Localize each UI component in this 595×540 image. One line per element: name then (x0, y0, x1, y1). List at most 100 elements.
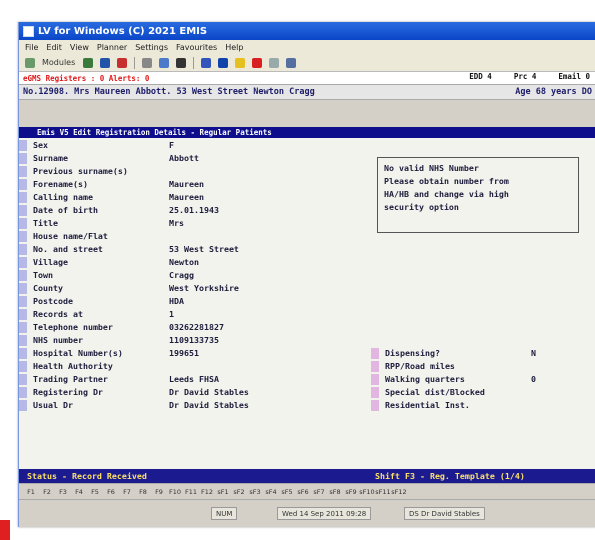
field-records-at[interactable]: Records at 1 (19, 308, 174, 321)
field-value[interactable]: Dr David Stables (169, 399, 249, 412)
fkey[interactable]: sF1 (215, 488, 231, 496)
field-surname[interactable]: Surname Abbott (19, 152, 199, 165)
modules-button[interactable]: Modules (42, 58, 75, 67)
field-nhs-number[interactable]: NHS number 1109133735 (19, 334, 219, 347)
field-street[interactable]: No. and street 53 West Street (19, 243, 239, 256)
field-key[interactable] (19, 244, 27, 255)
field-value[interactable]: Abbott (169, 152, 199, 165)
field-value[interactable]: 1 (169, 308, 174, 321)
fkey[interactable]: F12 (199, 488, 215, 496)
fkey[interactable]: F5 (87, 488, 103, 496)
field-title[interactable]: Title Mrs (19, 217, 184, 230)
menu-help[interactable]: Help (225, 43, 243, 52)
field-key[interactable] (19, 322, 27, 333)
field-postcode[interactable]: Postcode HDA (19, 295, 184, 308)
fkey[interactable]: F6 (103, 488, 119, 496)
field-rpp-road-miles[interactable]: RPP/Road miles (371, 360, 455, 373)
field-value[interactable]: Newton (169, 256, 199, 269)
field-key[interactable] (19, 179, 27, 190)
field-registering-dr[interactable]: Registering Dr Dr David Stables (19, 386, 249, 399)
field-key[interactable] (19, 335, 27, 346)
field-residential-inst[interactable]: Residential Inst. (371, 399, 470, 412)
field-key[interactable] (19, 296, 27, 307)
field-key[interactable] (19, 231, 27, 242)
field-trading-partner[interactable]: Trading Partner Leeds FHSA (19, 373, 219, 386)
prc-count[interactable]: Prc 4 (514, 72, 537, 81)
field-key[interactable] (19, 205, 27, 216)
fkey[interactable]: sF4 (263, 488, 279, 496)
field-village[interactable]: Village Newton (19, 256, 199, 269)
fkey[interactable]: F7 (119, 488, 135, 496)
fkey[interactable]: F4 (71, 488, 87, 496)
field-value[interactable]: N (531, 347, 536, 360)
fkey[interactable]: sF8 (327, 488, 343, 496)
field-walking-quarters[interactable]: Walking quarters 0 (371, 373, 536, 386)
alert-icon[interactable] (252, 57, 263, 68)
field-key[interactable] (371, 374, 379, 385)
field-key[interactable] (371, 348, 379, 359)
field-value[interactable]: Dr David Stables (169, 386, 249, 399)
alerts-text[interactable]: eGMS Registers : 0 Alerts: 0 (23, 74, 149, 83)
field-key[interactable] (19, 283, 27, 294)
field-sex[interactable]: Sex F (19, 139, 174, 152)
template-shortcut[interactable]: Shift F3 - Reg. Template (1/4) (375, 469, 525, 483)
menu-settings[interactable]: Settings (135, 43, 168, 52)
modules-icon[interactable] (25, 57, 35, 68)
field-value[interactable]: 199651 (169, 347, 199, 360)
copy-icon[interactable] (142, 57, 153, 68)
field-value[interactable]: Mrs (169, 217, 184, 230)
field-value[interactable]: 03262281827 (169, 321, 224, 334)
field-value[interactable]: HDA (169, 295, 184, 308)
field-key[interactable] (19, 361, 27, 372)
field-value[interactable]: 25.01.1943 (169, 204, 219, 217)
field-key[interactable] (371, 387, 379, 398)
field-key[interactable] (19, 166, 27, 177)
print-icon[interactable] (176, 57, 187, 68)
book-icon[interactable] (117, 57, 128, 68)
field-special-dist[interactable]: Special dist/Blocked (371, 386, 485, 399)
fkey[interactable]: F8 (135, 488, 151, 496)
fkey[interactable]: sF9 (343, 488, 359, 496)
flask-icon[interactable] (218, 57, 229, 68)
menu-favourites[interactable]: Favourites (176, 43, 217, 52)
field-key[interactable] (19, 270, 27, 281)
field-key[interactable] (19, 348, 27, 359)
tools-icon[interactable] (201, 57, 212, 68)
field-key[interactable] (19, 387, 27, 398)
field-key[interactable] (19, 309, 27, 320)
menu-file[interactable]: File (25, 43, 38, 52)
field-value[interactable]: West Yorkshire (169, 282, 239, 295)
field-dispensing[interactable]: Dispensing? N (371, 347, 536, 360)
field-key[interactable] (19, 153, 27, 164)
field-health-authority[interactable]: Health Authority (19, 360, 153, 373)
field-usual-dr[interactable]: Usual Dr Dr David Stables (19, 399, 249, 412)
fkey[interactable]: sF5 (279, 488, 295, 496)
field-key[interactable] (19, 400, 27, 411)
consult-icon[interactable] (100, 57, 111, 68)
field-value[interactable]: Cragg (169, 269, 194, 282)
fkey[interactable]: sF11 (375, 488, 391, 496)
fkey[interactable]: sF3 (247, 488, 263, 496)
field-date-of-birth[interactable]: Date of birth 25.01.1943 (19, 204, 219, 217)
fkey[interactable]: sF12 (391, 488, 407, 496)
field-calling-name[interactable]: Calling name Maureen (19, 191, 204, 204)
email-count[interactable]: Email 0 (558, 72, 590, 81)
field-key[interactable] (371, 400, 379, 411)
star-icon[interactable] (235, 57, 246, 68)
fkey[interactable]: sF6 (295, 488, 311, 496)
field-value[interactable]: F (169, 139, 174, 152)
edd-count[interactable]: EDD 4 (469, 72, 492, 81)
field-key[interactable] (371, 361, 379, 372)
field-value[interactable]: Leeds FHSA (169, 373, 219, 386)
fkey[interactable]: sF10 (359, 488, 375, 496)
fkey[interactable]: F10 (167, 488, 183, 496)
field-value[interactable]: Maureen (169, 191, 204, 204)
mail-icon[interactable] (159, 57, 170, 68)
field-key[interactable] (19, 374, 27, 385)
grid-icon[interactable] (286, 57, 297, 68)
field-value[interactable]: 0 (531, 373, 536, 386)
field-county[interactable]: County West Yorkshire (19, 282, 239, 295)
fkey[interactable]: F11 (183, 488, 199, 496)
field-hospital-number[interactable]: Hospital Number(s) 199651 (19, 347, 199, 360)
patient-icon[interactable] (83, 57, 94, 68)
